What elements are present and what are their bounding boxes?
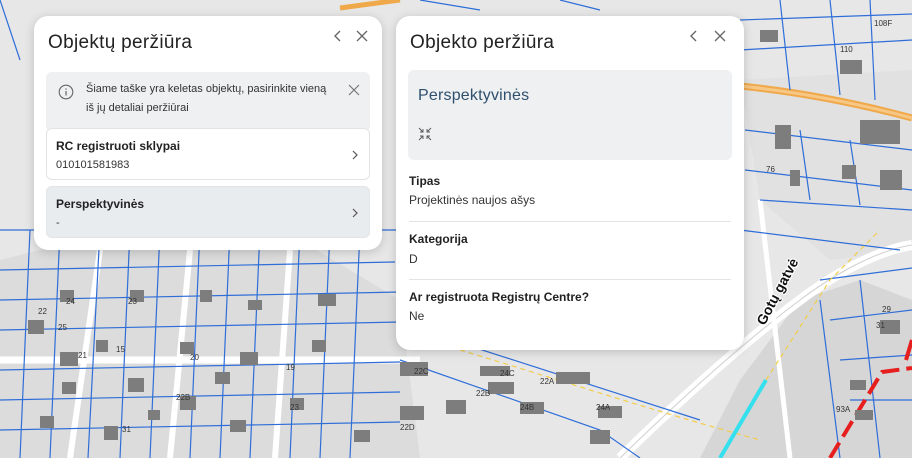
parcel-label: 22B	[476, 389, 490, 398]
info-icon	[58, 84, 74, 105]
item-subtitle: 010101581983	[56, 159, 130, 171]
attr-value-category: D	[409, 252, 418, 266]
divider	[409, 279, 731, 280]
parcel-label: 22D	[400, 423, 415, 432]
item-title: Perspektyvinės	[56, 197, 145, 211]
chevron-left-icon	[690, 30, 697, 42]
parcel-label: 31	[122, 425, 131, 434]
parcel-label: 22A	[540, 377, 555, 386]
close-panel-button[interactable]	[710, 26, 730, 46]
parcel-label: 25	[58, 323, 67, 332]
parcel-label: 76	[766, 165, 775, 174]
parcel-label: 22C	[414, 367, 429, 376]
chevron-left-icon	[334, 30, 341, 42]
parcel-label: 22	[38, 307, 47, 316]
divider	[409, 221, 731, 222]
back-button[interactable]	[684, 26, 704, 46]
attr-value-type: Projektinės naujos ašys	[409, 193, 536, 207]
back-button[interactable]	[328, 26, 348, 46]
item-subtitle: -	[56, 217, 60, 229]
info-notice: Šiame taške yra keletas objektų, pasirin…	[46, 72, 370, 132]
attr-label-category: Kategorija	[409, 232, 468, 246]
close-icon	[356, 30, 368, 42]
close-icon	[714, 30, 726, 42]
objects-list-panel: Objektų peržiūra Šiame taške yra keletas…	[34, 16, 382, 250]
parcel-label: 22B	[176, 393, 190, 402]
object-detail-panel: Objekto peržiūra Perspektyvinės Tipas Pr…	[396, 16, 744, 350]
object-item-perspective[interactable]: Perspektyvinės -	[46, 186, 370, 238]
panel-title: Objekto peržiūra	[410, 32, 555, 53]
attr-label-registered: Ar registruota Registrų Centre?	[409, 290, 590, 304]
parcel-label: 93A	[836, 405, 851, 414]
close-panel-button[interactable]	[352, 26, 372, 46]
attr-label-type: Tipas	[409, 174, 441, 188]
parcel-label: 29	[882, 305, 891, 314]
parcel-label: 24C	[500, 369, 515, 378]
panel-title: Objektų peržiūra	[48, 32, 193, 53]
parcel-label: 15	[116, 345, 125, 354]
parcel-label: 24A	[596, 403, 611, 412]
collapse-icon[interactable]	[418, 126, 432, 147]
parcel-label: 21	[78, 351, 87, 360]
parcel-label: 20	[190, 353, 199, 362]
parcel-label: 23	[128, 297, 137, 306]
object-item-rc-parcels[interactable]: RC registruoti sklypai 010101581983	[46, 128, 370, 180]
parcel-label: 24B	[520, 403, 534, 412]
dismiss-notice-button[interactable]	[348, 83, 360, 101]
feature-name: Perspektyvinės	[418, 87, 530, 104]
parcel-label: 108F	[874, 19, 892, 28]
feature-header: Perspektyvinės	[408, 70, 732, 160]
item-title: RC registruoti sklypai	[56, 139, 181, 153]
parcel-label: 23	[290, 403, 299, 412]
parcel-label: 24	[66, 297, 75, 306]
parcel-label: 110	[840, 45, 853, 54]
parcel-label: 19	[286, 363, 295, 372]
chevron-right-icon	[351, 206, 359, 224]
attr-value-registered: Ne	[409, 309, 425, 323]
close-icon	[348, 84, 360, 96]
notice-text: Šiame taške yra keletas objektų, pasirin…	[86, 83, 327, 114]
chevron-right-icon	[351, 148, 359, 166]
parcel-label: 31	[876, 321, 885, 330]
